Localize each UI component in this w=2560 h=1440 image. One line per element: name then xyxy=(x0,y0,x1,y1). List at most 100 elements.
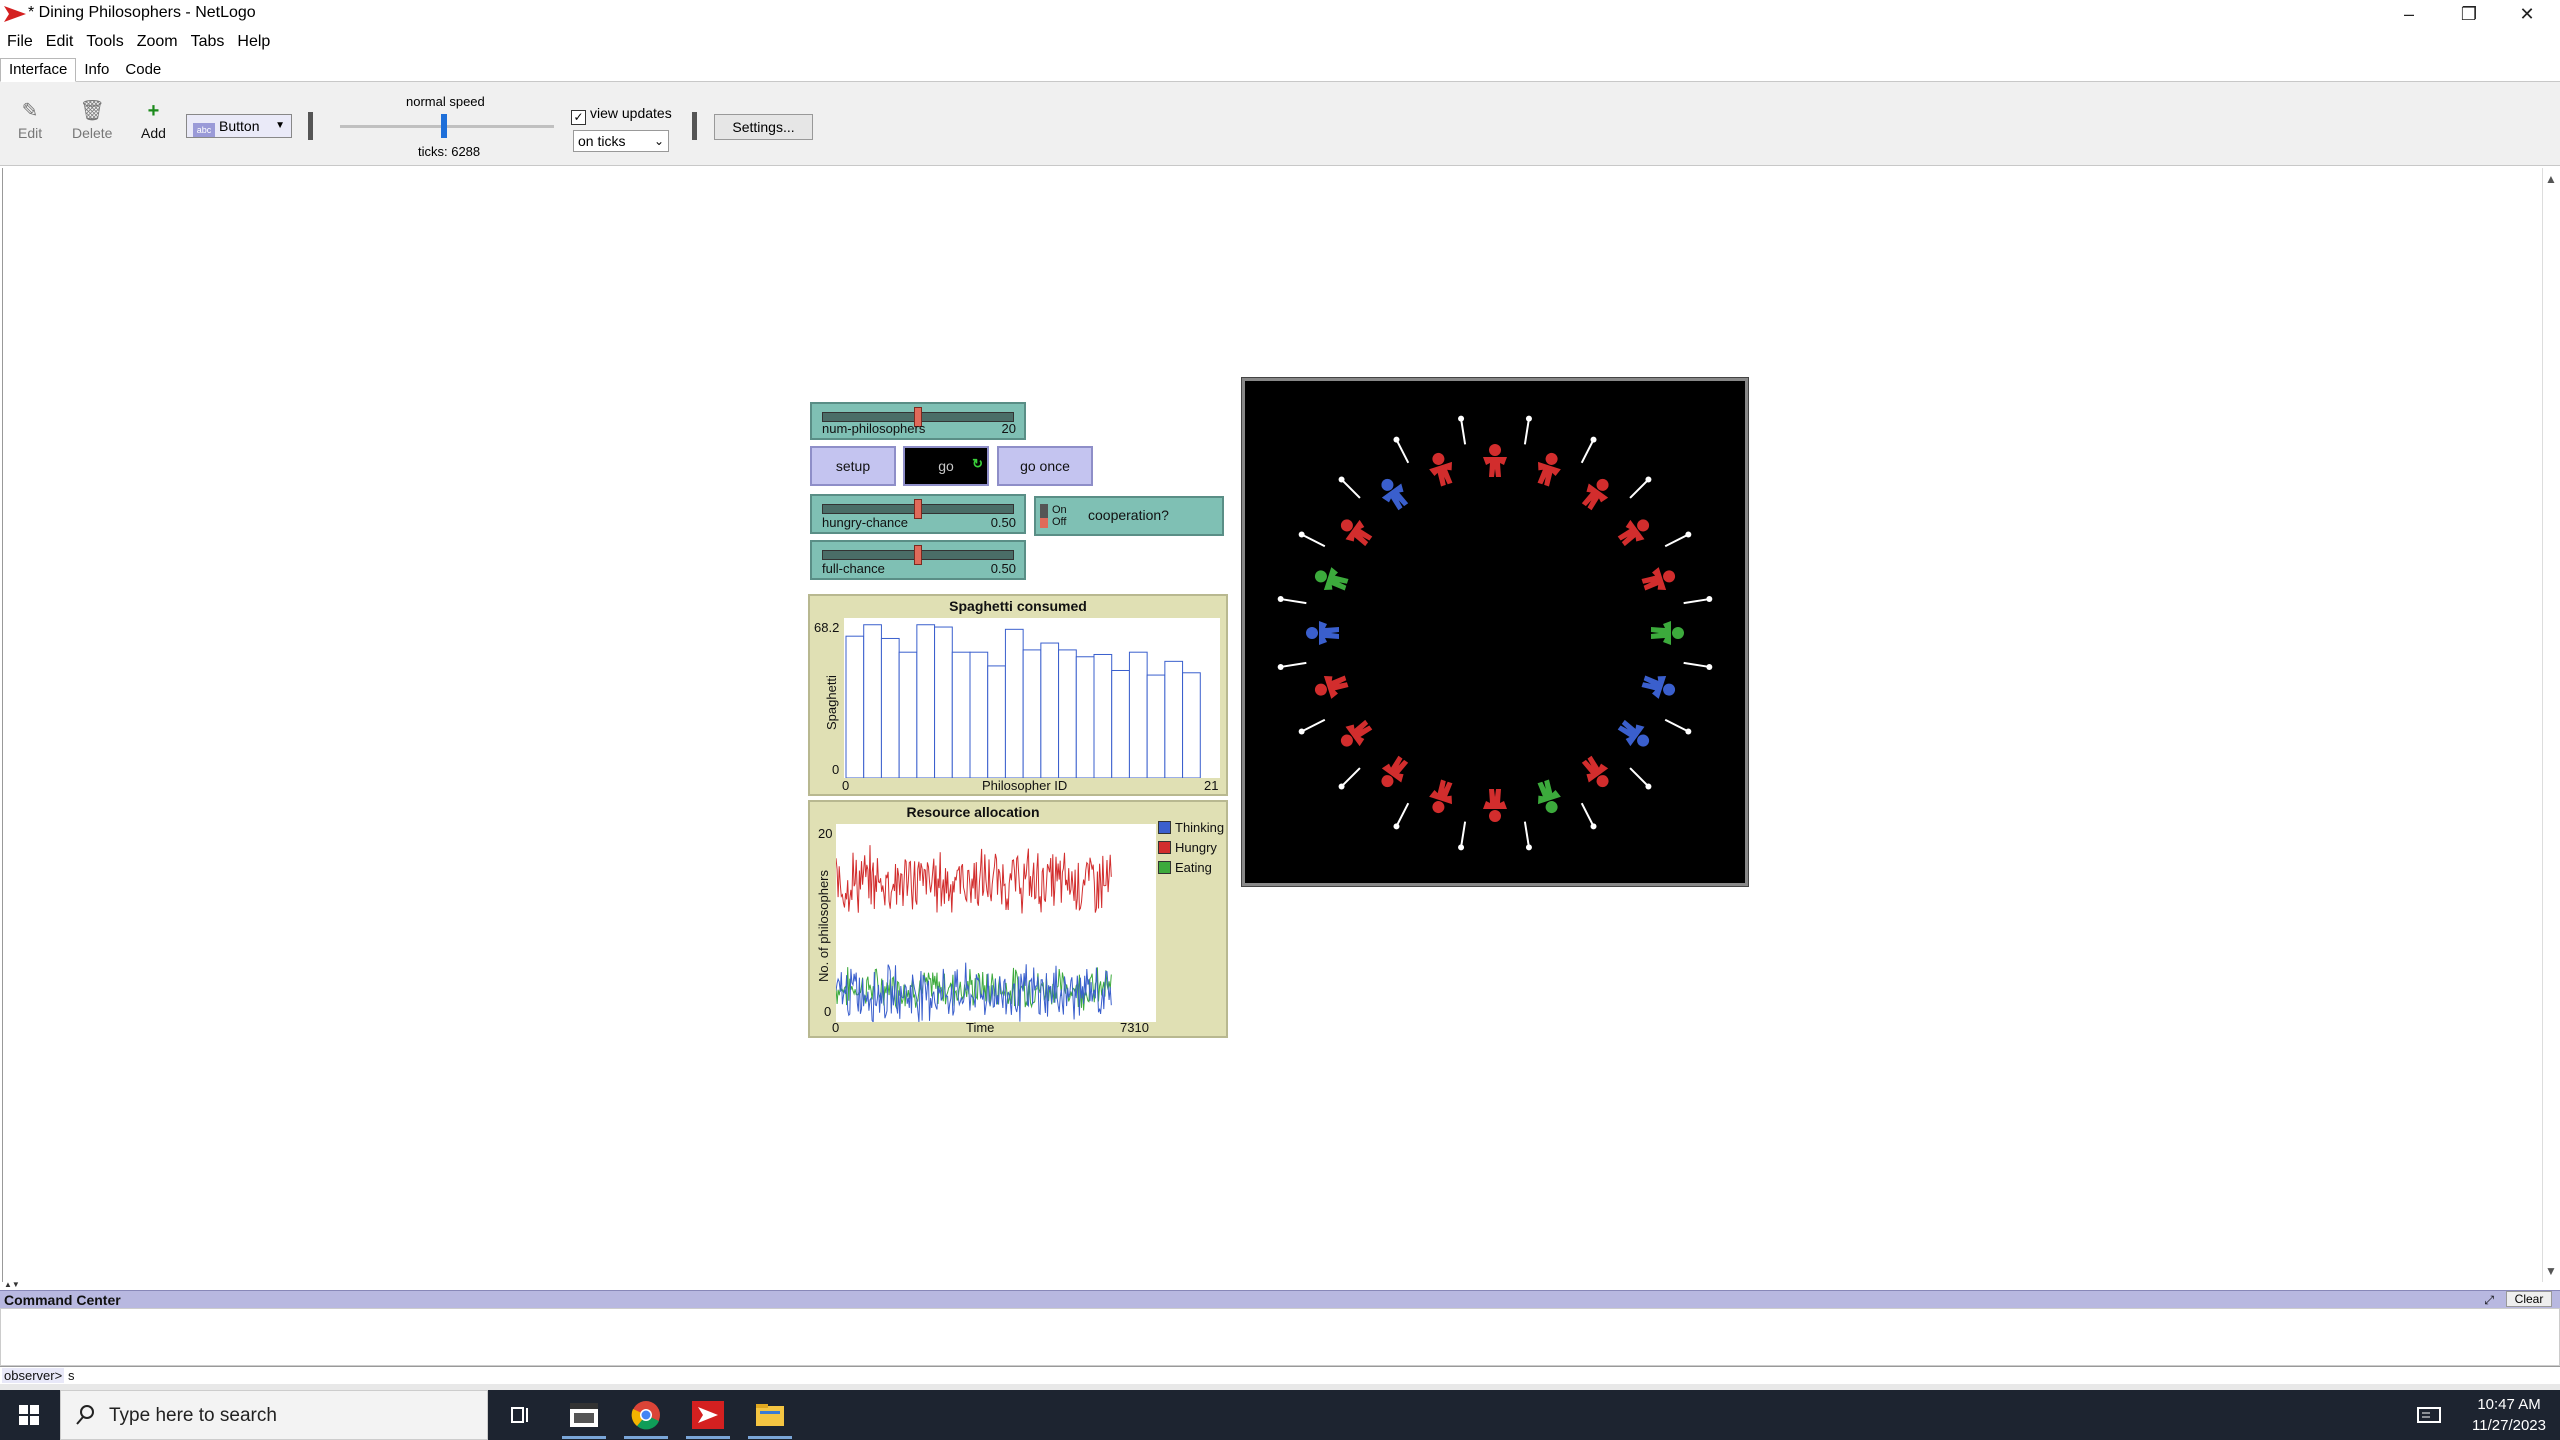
slider-knob[interactable] xyxy=(914,499,922,519)
restore-icon[interactable]: ❐ xyxy=(2440,0,2498,30)
fork-agent xyxy=(1523,821,1532,851)
fork-agent xyxy=(1664,718,1692,735)
expand-icon[interactable]: ⤢ xyxy=(2484,1293,2494,1308)
clock-time: 10:47 AM xyxy=(2477,1396,2541,1413)
go-button[interactable]: go ↻ xyxy=(903,446,989,486)
widget-type-dropdown[interactable]: abc Button ▼ xyxy=(186,114,292,138)
fork-agent xyxy=(1393,802,1410,830)
minimize-icon[interactable]: – xyxy=(2380,0,2438,30)
y-axis-label: No. of philosophers xyxy=(816,869,831,982)
trash-icon: 🗑 xyxy=(79,100,105,122)
delete-button[interactable]: 🗑 Delete xyxy=(72,100,112,141)
tab-info[interactable]: Info xyxy=(76,59,117,81)
y-tick-max: 68.2 xyxy=(814,620,840,635)
windows-start-icon[interactable] xyxy=(0,1390,58,1440)
go-once-button[interactable]: go once xyxy=(997,446,1093,486)
full-chance-slider[interactable]: full-chance 0.50 xyxy=(810,540,1026,580)
vertical-scrollbar[interactable]: ▲ ▼ xyxy=(2542,168,2560,1282)
speed-slider-track[interactable] xyxy=(340,125,554,128)
calendar-app-icon[interactable] xyxy=(566,1397,602,1433)
system-clock[interactable]: 10:47 AM 11/27/2023 xyxy=(2472,1394,2546,1436)
menu-tabs[interactable]: Tabs xyxy=(184,30,231,54)
resource-allocation-plot: Resource allocation 20 0 No. of philosop… xyxy=(808,800,1228,1038)
menu-zoom[interactable]: Zoom xyxy=(130,30,184,54)
netlogo-logo-icon xyxy=(4,6,26,22)
button-widget-icon: abc xyxy=(193,123,215,137)
num-philosophers-slider[interactable]: num-philosophers 20 xyxy=(810,402,1026,440)
close-icon[interactable]: ✕ xyxy=(2498,0,2556,30)
plot-canvas xyxy=(835,824,1156,1024)
philosopher-agent xyxy=(1641,675,1676,699)
netlogo-app-icon[interactable] xyxy=(690,1397,726,1433)
fork-agent xyxy=(1458,821,1467,851)
hungry-chance-slider[interactable]: hungry-chance 0.50 xyxy=(810,494,1026,534)
switch-off-label: Off xyxy=(1052,516,1067,528)
slider-value: 20 xyxy=(1001,421,1016,436)
philosopher-agent xyxy=(1581,755,1609,788)
bar xyxy=(1164,660,1184,779)
command-center-header: Command Center ⤢ Clear xyxy=(0,1290,2560,1308)
update-mode-select[interactable]: on ticks ⌄ xyxy=(573,130,669,152)
philosopher-agent xyxy=(1340,719,1373,747)
legend-swatch xyxy=(1158,841,1171,854)
add-button[interactable]: + Add xyxy=(141,100,166,141)
forever-icon: ↻ xyxy=(972,456,983,471)
agent-type-selector[interactable]: observer> xyxy=(2,1368,65,1383)
clock-date: 11/27/2023 xyxy=(2472,1417,2546,1434)
philosopher-agent xyxy=(1381,478,1409,511)
go-label: go xyxy=(938,458,954,474)
menu-file[interactable]: File xyxy=(0,30,39,54)
philosopher-agent xyxy=(1429,452,1453,487)
clear-button[interactable]: Clear xyxy=(2506,1291,2552,1307)
philosopher-agent xyxy=(1617,519,1650,547)
notification-icon[interactable] xyxy=(2410,1397,2446,1433)
splitter-arrows-icon[interactable]: ▲▼ xyxy=(4,1280,20,1289)
setup-button[interactable]: setup xyxy=(810,446,896,486)
scroll-up-icon[interactable]: ▲ xyxy=(2545,172,2557,186)
tab-code[interactable]: Code xyxy=(117,59,169,81)
command-line[interactable]: observer> s xyxy=(0,1366,2560,1384)
pencil-icon: ✎ xyxy=(21,100,39,122)
philosopher-agent xyxy=(1581,478,1609,511)
taskbar-search[interactable]: Type here to search xyxy=(60,1390,488,1440)
world-view[interactable] xyxy=(1241,377,1749,887)
menu-edit[interactable]: Edit xyxy=(39,30,80,54)
bar xyxy=(1022,649,1042,779)
fork-agent xyxy=(1580,436,1597,464)
pane-splitter[interactable]: ▲▼ xyxy=(0,1280,2560,1290)
fork-agent xyxy=(1277,661,1307,670)
cooperation-switch[interactable]: On Off cooperation? xyxy=(1034,496,1224,536)
edit-button[interactable]: ✎ Edit xyxy=(18,100,42,141)
philosopher-agent xyxy=(1314,567,1349,591)
slider-knob[interactable] xyxy=(914,545,922,565)
bar xyxy=(1111,669,1130,779)
bar xyxy=(934,626,953,779)
world-canvas xyxy=(1277,415,1713,851)
menu-help[interactable]: Help xyxy=(230,30,276,54)
command-output xyxy=(0,1308,2560,1366)
bar xyxy=(1004,628,1024,779)
slider-label: hungry-chance xyxy=(822,515,908,530)
menu-tools[interactable]: Tools xyxy=(79,30,129,54)
settings-button[interactable]: Settings... xyxy=(714,114,813,140)
legend-swatch xyxy=(1158,861,1171,874)
bar xyxy=(1182,672,1201,779)
chrome-icon[interactable] xyxy=(628,1397,664,1433)
philosopher-agent xyxy=(1340,519,1373,547)
window-title: * Dining Philosophers - NetLogo xyxy=(28,4,256,21)
toggle-icon[interactable]: On Off xyxy=(1040,502,1067,530)
scroll-down-icon[interactable]: ▼ xyxy=(2545,1264,2557,1278)
y-tick-max: 20 xyxy=(818,826,833,841)
view-updates-label: view updates xyxy=(590,105,672,121)
edit-label: Edit xyxy=(18,125,43,141)
slider-label: num-philosophers xyxy=(822,421,926,436)
command-input[interactable]: s xyxy=(68,1368,75,1383)
fork-agent xyxy=(1298,718,1326,735)
file-explorer-icon[interactable] xyxy=(752,1397,788,1433)
fork-agent xyxy=(1338,767,1361,790)
speed-slider-thumb[interactable] xyxy=(441,114,447,138)
view-updates-checkbox[interactable]: ✓ view updates xyxy=(571,105,672,125)
tab-interface[interactable]: Interface xyxy=(0,58,77,82)
bar xyxy=(951,651,971,779)
task-view-icon[interactable] xyxy=(502,1397,538,1433)
